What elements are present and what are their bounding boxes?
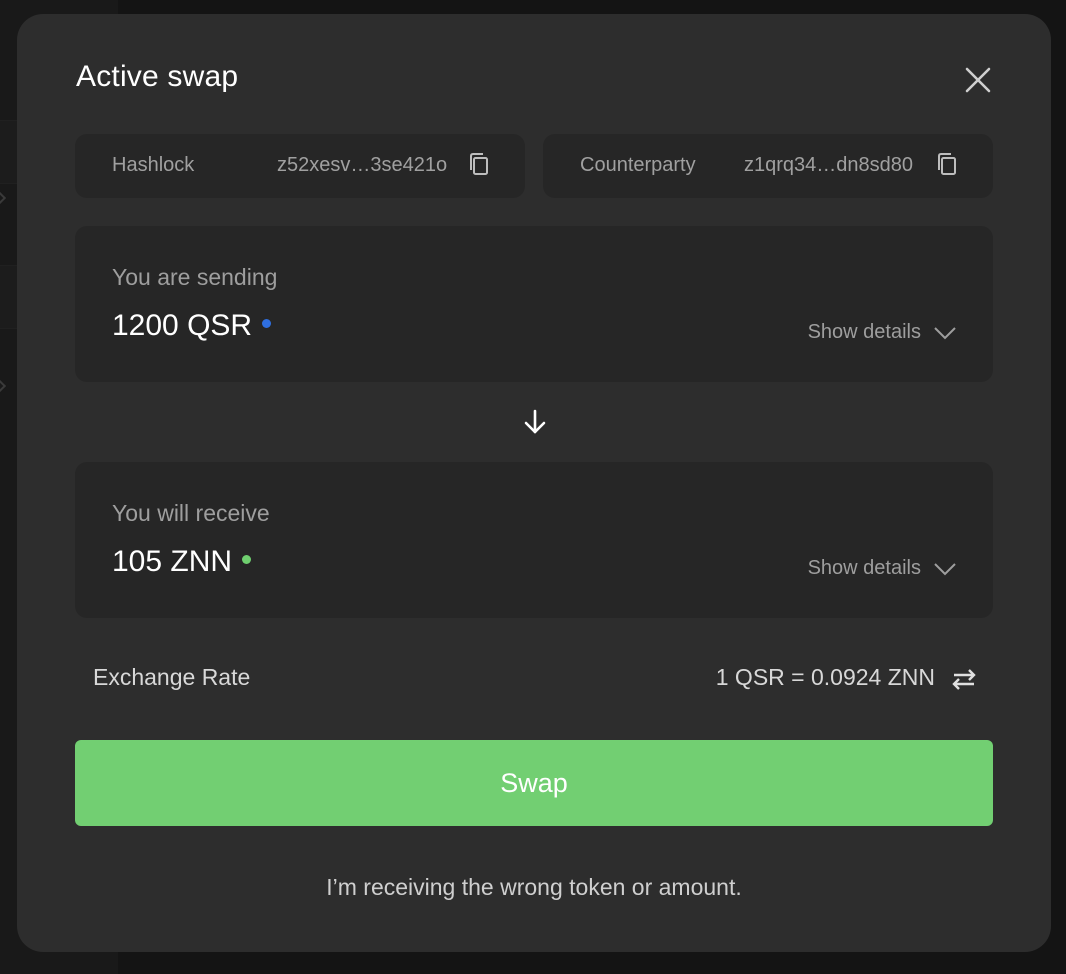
- chevron-right-icon: [0, 190, 7, 206]
- chevron-down-icon: [934, 562, 956, 575]
- active-swap-dialog: Active swap Hashlock z52xesv…3se421o Cou…: [17, 14, 1051, 952]
- receiving-amount-text: 105 ZNN: [112, 545, 233, 578]
- receiving-show-details-button[interactable]: Show details: [808, 557, 957, 580]
- swap-direction-icon[interactable]: [949, 664, 979, 694]
- hashlock-label: Hashlock: [112, 154, 195, 176]
- exchange-rate-row: Exchange Rate 1 QSR = 0.0924 ZNN: [93, 664, 979, 694]
- sending-amount: 1200 QSR: [112, 309, 272, 343]
- chevron-right-icon: [0, 378, 7, 394]
- sending-show-details-button[interactable]: Show details: [808, 321, 957, 344]
- receiving-amount: 105 ZNN: [112, 545, 252, 579]
- sending-card: You are sending 1200 QSR Show details: [75, 226, 993, 382]
- counterparty-card: Counterparty z1qrq34…dn8sd80: [543, 134, 993, 198]
- counterparty-value: z1qrq34…dn8sd80: [744, 154, 914, 176]
- counterparty-label: Counterparty: [580, 154, 696, 176]
- show-details-label: Show details: [807, 321, 921, 343]
- chevron-down-icon: [934, 326, 956, 339]
- swap-button[interactable]: Swap: [75, 740, 993, 826]
- close-icon[interactable]: [962, 64, 994, 96]
- receiving-card: You will receive 105 ZNN Show details: [75, 462, 993, 618]
- sending-label: You are sending: [112, 264, 278, 290]
- show-details-label: Show details: [807, 557, 921, 579]
- receiving-label: You will receive: [112, 500, 270, 526]
- exchange-rate-value: 1 QSR = 0.0924 ZNN: [715, 664, 935, 690]
- sending-amount-text: 1200 QSR: [112, 309, 253, 342]
- znn-dot-icon: [242, 554, 252, 564]
- copy-icon[interactable]: [467, 152, 491, 178]
- exchange-rate-label: Exchange Rate: [93, 664, 251, 690]
- dialog-title: Active swap: [76, 60, 239, 93]
- hashlock-card: Hashlock z52xesv…3se421o: [75, 134, 525, 198]
- wrong-token-link[interactable]: I’m receiving the wrong token or amount.: [17, 874, 1051, 901]
- copy-icon[interactable]: [935, 152, 959, 178]
- qsr-dot-icon: [262, 318, 272, 328]
- arrow-down-icon: [524, 409, 546, 434]
- hashlock-value: z52xesv…3se421o: [277, 154, 448, 176]
